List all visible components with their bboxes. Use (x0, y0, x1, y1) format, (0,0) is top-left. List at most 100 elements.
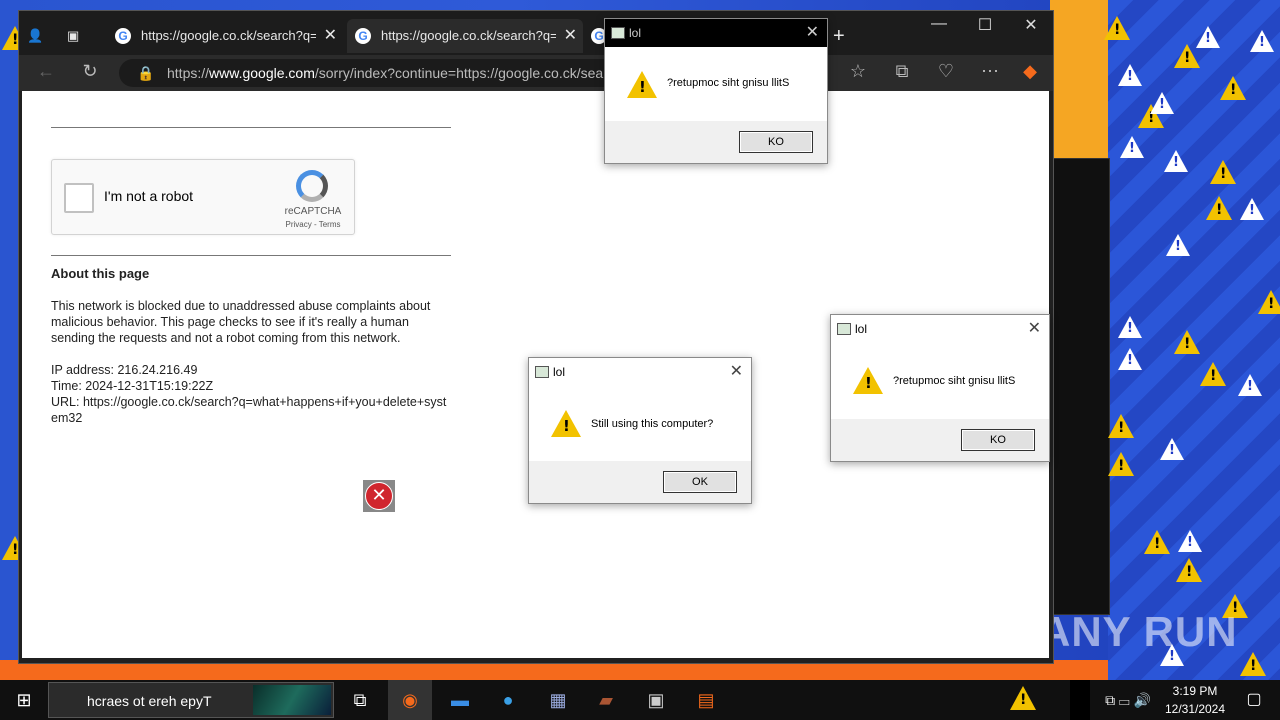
address-bar-row: ← ↻ 🔒 https://www.google.com/sorry/index… (19, 55, 1053, 91)
app-icon (837, 323, 851, 335)
warning-icon (1176, 558, 1202, 582)
request-url: URL: https://google.co.ck/search?q=what+… (51, 395, 447, 425)
warning-icon (551, 410, 581, 437)
tab-bar: 👤 ▣ G https://google.co.ck/search?q=d ✕ … (19, 11, 1053, 55)
clock-date[interactable]: 12/31/2024 (1160, 702, 1230, 716)
desktop-orange-window (1050, 0, 1108, 160)
close-icon[interactable]: ✕ (564, 19, 577, 53)
recaptcha-logo-icon (296, 170, 328, 202)
recaptcha-widget: I'm not a robot reCAPTCHA Privacy - Term… (51, 159, 355, 235)
tab-1[interactable]: G https://google.co.ck/search?q=d ✕ (107, 19, 343, 53)
dialog-titlebar[interactable]: lol ✕ (831, 315, 1049, 343)
url-host: www.google.com (209, 65, 315, 81)
close-icon[interactable]: ✕ (806, 22, 819, 42)
recaptcha-privacy-terms-link[interactable]: Privacy - Terms (278, 220, 348, 229)
background-dark-window (1045, 158, 1110, 615)
tab-title: https://google.co.ck/search?q=d (141, 28, 316, 43)
app-icon[interactable]: ▣ (634, 680, 678, 720)
dialog-title: lol (629, 26, 642, 40)
show-desktop-strip[interactable] (1070, 680, 1090, 720)
warning-icon (1010, 686, 1036, 710)
close-window-button[interactable]: ✕ (1011, 15, 1051, 35)
collections-icon[interactable]: ⧉ (889, 61, 915, 82)
divider (51, 127, 451, 128)
warning-icon (1120, 136, 1144, 158)
dialog-titlebar[interactable]: lol ✕ (605, 19, 827, 47)
warning-icon (1178, 530, 1202, 552)
address-bar[interactable]: 🔒 https://www.google.com/sorry/index?con… (119, 59, 657, 87)
warning-icon (1160, 438, 1184, 460)
warning-icon (1196, 26, 1220, 48)
app-icon (611, 27, 625, 39)
tab-2[interactable]: G https://google.co.ck/search?q=h ✕ (347, 19, 583, 53)
timestamp: Time: 2024-12-31T15:19:22Z (51, 379, 214, 393)
app-icon (535, 366, 549, 378)
tab-actions-icon[interactable]: ▣ (67, 19, 97, 53)
message-dialog-2: lol ✕ Still using this computer? OK (528, 357, 752, 504)
notifications-icon[interactable]: ▢ (1232, 680, 1276, 720)
taskbar-search[interactable]: hcraes ot ereh epyT (48, 682, 334, 718)
copilot-icon[interactable]: ◆ (1017, 61, 1043, 82)
warning-icon (1240, 198, 1264, 220)
clock-time[interactable]: 3:19 PM (1160, 684, 1230, 698)
dialog-footer: OK (529, 461, 751, 503)
browser-essentials-icon[interactable]: ♡ (933, 61, 959, 82)
request-info: IP address: 216.24.216.49 Time: 2024-12-… (51, 362, 453, 426)
search-highlight-image (253, 685, 331, 715)
warning-icon (1240, 652, 1266, 676)
watermark: ANY RUN (1040, 608, 1238, 655)
app-icon[interactable]: ▦ (536, 680, 580, 720)
warning-icon (1258, 290, 1280, 314)
minimize-button[interactable]: — (919, 15, 959, 33)
divider (51, 255, 451, 256)
search-placeholder: hcraes ot ereh epyT (87, 693, 212, 709)
tab-title: https://google.co.ck/search?q=h (381, 28, 556, 43)
warning-icon (1174, 330, 1200, 354)
warning-icon (1108, 452, 1134, 476)
warning-icon (1108, 414, 1134, 438)
dialog-footer: KO (831, 419, 1049, 461)
refresh-icon[interactable]: ↻ (77, 61, 103, 82)
warning-icon (853, 367, 883, 394)
message-dialog-1: lol ✕ ?retupmoc siht gnisu llitS KO (604, 18, 828, 164)
dialog-titlebar[interactable]: lol ✕ (529, 358, 751, 386)
file-explorer-icon[interactable]: ▬ (438, 680, 482, 720)
profile-icon[interactable]: 👤 (27, 19, 57, 53)
close-icon[interactable]: ✕ (730, 361, 743, 381)
warning-icon (1166, 234, 1190, 256)
maximize-button[interactable]: ☐ (965, 15, 1005, 35)
warning-icon (1220, 76, 1246, 100)
warning-icon (1210, 160, 1236, 184)
tray-icons[interactable]: ⧉ ▭ 🔊 (1098, 692, 1158, 709)
close-icon[interactable]: ✕ (1028, 318, 1041, 338)
edge-icon[interactable]: ◉ (388, 680, 432, 720)
warning-icon (1200, 362, 1226, 386)
dialog-ok-button[interactable]: KO (739, 131, 813, 153)
app-icon[interactable]: ▤ (684, 680, 728, 720)
warning-icon (1250, 30, 1274, 52)
ip-address: IP address: 216.24.216.49 (51, 363, 198, 377)
back-icon[interactable]: ← (33, 61, 59, 82)
lock-icon: 🔒 (137, 65, 155, 81)
about-heading: About this page (51, 266, 150, 281)
warning-icon (1118, 348, 1142, 370)
firefox-icon[interactable]: ● (486, 680, 530, 720)
app-icon[interactable]: ▰ (584, 680, 628, 720)
close-icon[interactable]: ✕ (324, 19, 337, 53)
more-menu-icon[interactable]: ⋯ (977, 61, 1003, 82)
google-icon: G (355, 28, 371, 44)
google-icon: G (115, 28, 131, 44)
dialog-ok-button[interactable]: OK (663, 471, 737, 493)
warning-icon (1164, 150, 1188, 172)
new-tab-button[interactable]: + (833, 19, 857, 53)
task-view-icon[interactable]: ⧉ (338, 680, 382, 720)
dialog-ok-button[interactable]: KO (961, 429, 1035, 451)
favorite-star-icon[interactable]: ☆ (845, 61, 871, 82)
dialog-title: lol (553, 365, 566, 379)
recaptcha-checkbox[interactable] (64, 183, 94, 213)
about-text: This network is blocked due to unaddress… (51, 299, 431, 345)
warning-icon (1206, 196, 1232, 220)
start-button[interactable]: ⊞ (2, 680, 46, 720)
taskbar: ⊞ hcraes ot ereh epyT ⧉ ◉ ▬ ● ▦ ▰ ▣ ▤ ⧉ … (0, 680, 1280, 720)
url-prefix: https:// (167, 65, 210, 81)
